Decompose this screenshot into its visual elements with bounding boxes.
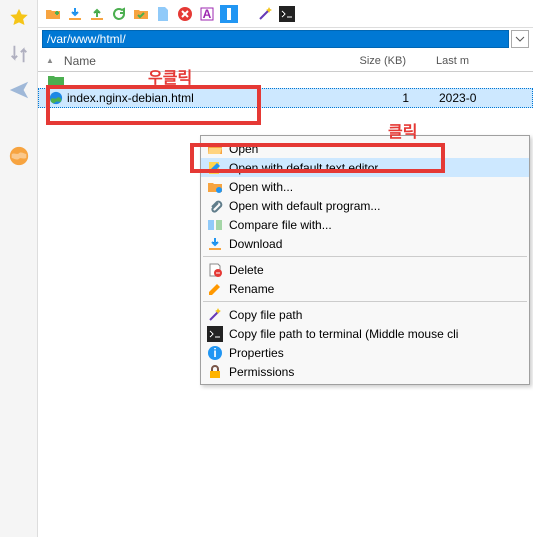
star-icon[interactable] (6, 5, 32, 31)
separator (203, 301, 527, 302)
upload-icon[interactable] (88, 5, 106, 23)
info-icon: i (207, 345, 223, 361)
download-icon[interactable] (66, 5, 84, 23)
column-headers: ▲Name Size (KB) Last m (38, 50, 533, 72)
column-name[interactable]: ▲Name (46, 54, 346, 68)
ctx-compare[interactable]: Compare file with... (201, 215, 529, 234)
path-bar: /var/www/html/ (38, 28, 533, 50)
toolbar: A (38, 0, 533, 28)
new-folder-icon[interactable] (44, 5, 62, 23)
rename-icon (207, 281, 223, 297)
html-file-icon (49, 91, 63, 105)
ctx-copy-path-terminal[interactable]: Copy file path to terminal (Middle mouse… (201, 324, 529, 343)
path-input[interactable]: /var/www/html/ (42, 30, 509, 48)
ctx-properties[interactable]: i Properties (201, 343, 529, 362)
wand-icon (207, 307, 223, 323)
file-row[interactable]: index.nginx-debian.html 1 2023-0 (38, 88, 533, 108)
ctx-open-default-program[interactable]: Open with default program... (201, 196, 529, 215)
file-name: index.nginx-debian.html (67, 91, 194, 105)
annotation-right-click: 우클릭 (148, 64, 192, 88)
ctx-permissions[interactable]: Permissions (201, 362, 529, 381)
file-icon[interactable] (154, 5, 172, 23)
ctx-open[interactable]: Open (201, 139, 529, 158)
ctx-open-with[interactable]: Open with... (201, 177, 529, 196)
path-dropdown-icon[interactable] (511, 30, 529, 48)
font-icon[interactable]: A (198, 5, 216, 23)
file-list: index.nginx-debian.html 1 2023-0 (38, 72, 533, 108)
parent-dir-row[interactable] (38, 72, 533, 88)
compare-icon (207, 217, 223, 233)
svg-text:A: A (203, 7, 212, 21)
globe-icon[interactable] (6, 143, 32, 169)
lock-icon (207, 364, 223, 380)
edit-icon (207, 160, 223, 176)
file-size: 1 (349, 91, 439, 105)
highlight-icon[interactable] (220, 5, 238, 23)
ctx-rename[interactable]: Rename (201, 279, 529, 298)
send-icon[interactable] (6, 77, 32, 103)
refresh-icon[interactable] (110, 5, 128, 23)
ctx-delete[interactable]: Delete (201, 260, 529, 279)
terminal-icon (207, 326, 223, 342)
delete-icon (207, 262, 223, 278)
folder-blue-icon (207, 179, 223, 195)
terminal-icon[interactable] (278, 5, 296, 23)
separator (203, 256, 527, 257)
ctx-open-text-editor[interactable]: Open with default text editor (201, 158, 529, 177)
svg-text:i: i (213, 346, 216, 360)
sidebar (0, 0, 38, 537)
column-size[interactable]: Size (KB) (346, 55, 436, 67)
folder-up-icon (48, 74, 64, 86)
column-last[interactable]: Last m (436, 55, 533, 67)
attach-icon (207, 198, 223, 214)
folder-check-icon[interactable] (132, 5, 150, 23)
annotation-click: 클릭 (388, 118, 417, 142)
arrows-icon[interactable] (6, 41, 32, 67)
file-last: 2023-0 (439, 91, 522, 105)
ctx-copy-path[interactable]: Copy file path (201, 305, 529, 324)
folder-open-icon (207, 141, 223, 157)
ctx-download[interactable]: Download (201, 234, 529, 253)
wand-icon[interactable] (256, 5, 274, 23)
cancel-icon[interactable] (176, 5, 194, 23)
download-icon (207, 236, 223, 252)
context-menu: Open Open with default text editor Open … (200, 135, 530, 385)
